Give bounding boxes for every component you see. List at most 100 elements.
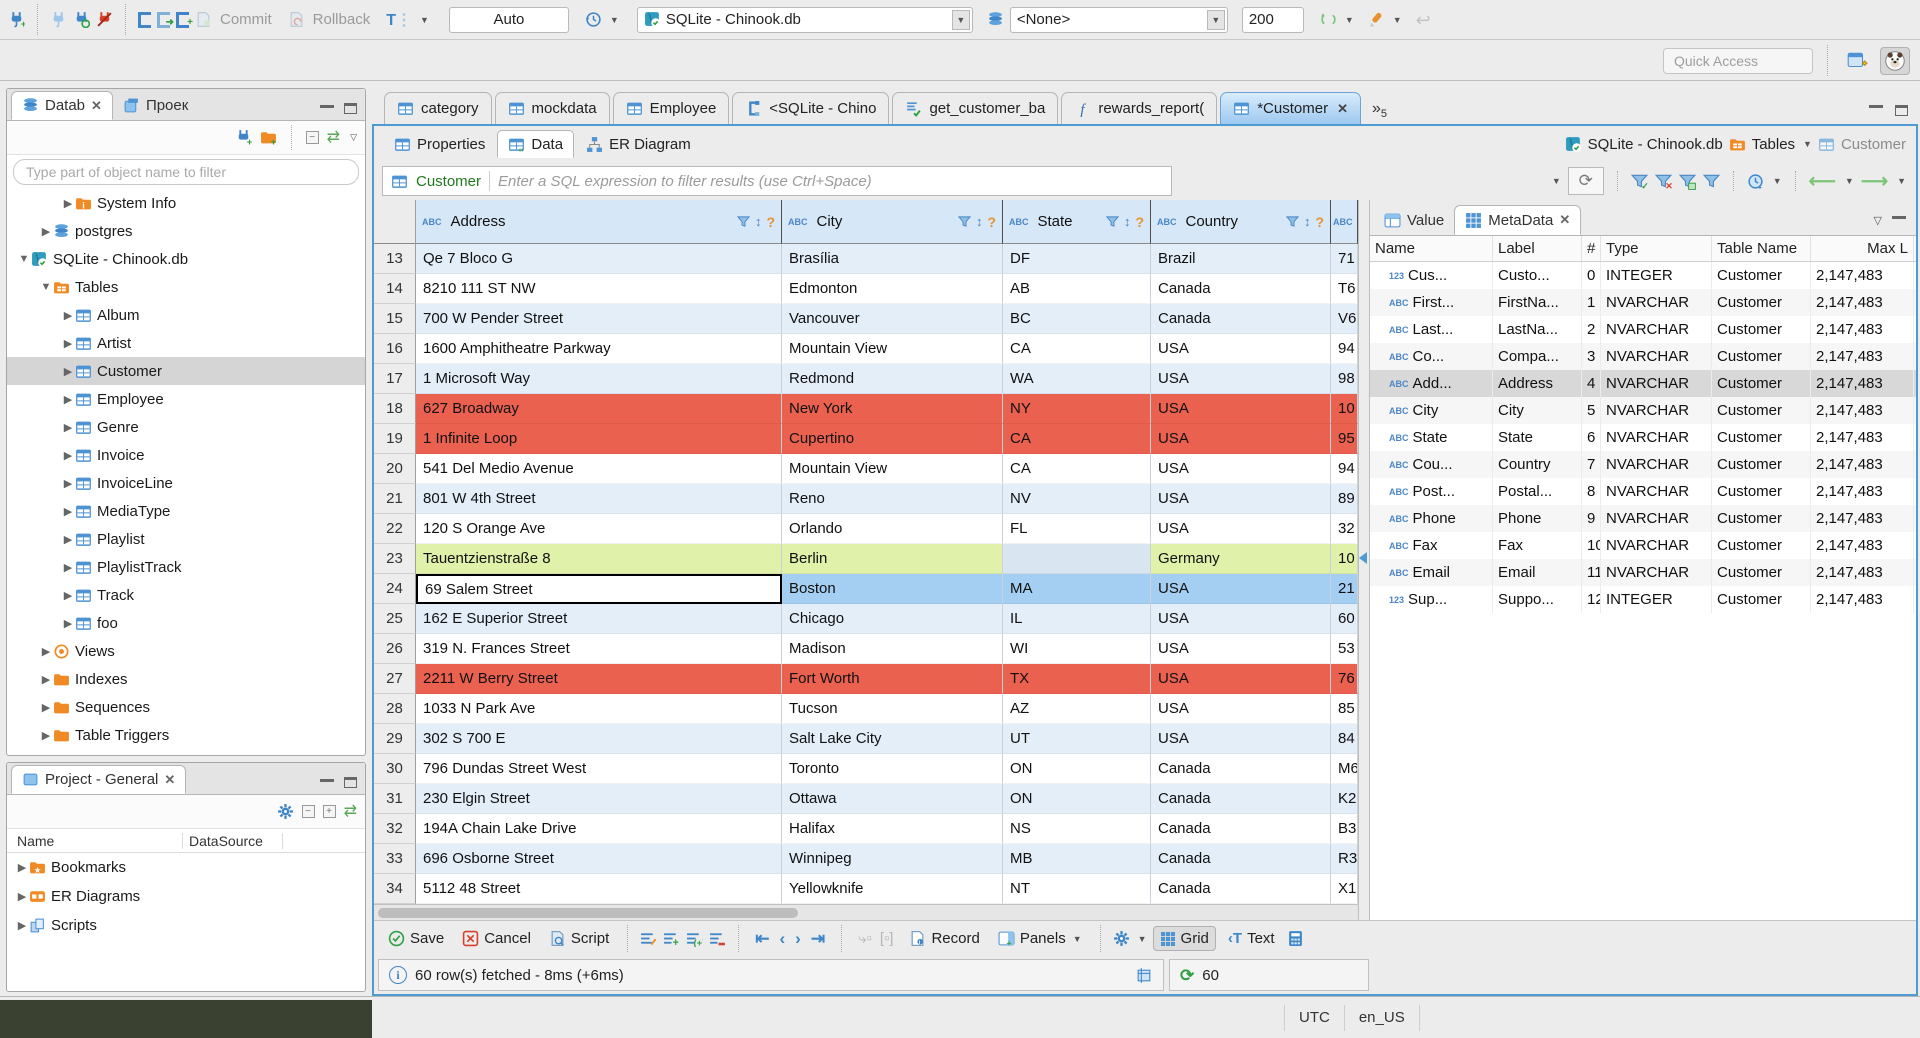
project-item-er-diagrams[interactable]: ▶ ER Diagrams <box>7 882 365 911</box>
cell-city[interactable]: Berlin <box>782 544 1003 574</box>
table-row[interactable]: 28 1033 N Park Ave Tucson AZ USA 85 <box>374 694 1358 724</box>
expand-arrow-icon[interactable]: ▶ <box>39 225 53 238</box>
metadata-row[interactable]: 123 Cus... Custo... 0 INTEGER Customer 2,147,4… <box>1370 262 1916 289</box>
cell-city[interactable]: Chicago <box>782 604 1003 634</box>
cell-city[interactable]: Fort Worth <box>782 664 1003 694</box>
metadata-row[interactable]: ABC Co... Compa... 3 NVARCHAR Customer 2,147,4… <box>1370 343 1916 370</box>
link-with-editor-icon[interactable]: ⇄ <box>344 803 357 820</box>
metadata-row[interactable]: ABCFaxFax10NVARCHARCustomer2,147,483 <box>1370 532 1916 559</box>
reconnect-icon[interactable] <box>73 11 90 28</box>
table-row[interactable]: 26 319 N. Frances Street Madison WI USA 53 <box>374 634 1358 664</box>
duplicate-row-icon[interactable]: (+) <box>686 930 703 947</box>
maximize-view-icon[interactable] <box>344 103 357 114</box>
cell-state[interactable]: CA <box>1003 454 1151 484</box>
cell-postal[interactable]: 94 <box>1331 454 1358 484</box>
editor-tab-get-customer-ba[interactable]: get_customer_ba <box>892 92 1059 124</box>
cell-country[interactable]: Canada <box>1151 784 1331 814</box>
meta-column-header-#[interactable]: # <box>1582 236 1601 261</box>
tree-item-customer[interactable]: ▶ Customer <box>7 357 365 385</box>
column-header-state[interactable]: ABC State ↕? <box>1003 200 1151 244</box>
expand-arrow-icon[interactable]: ▶ <box>61 393 75 406</box>
cell-state[interactable]: CA <box>1003 334 1151 364</box>
meta-column-header-max-l[interactable]: Max L <box>1811 236 1914 261</box>
cell-address[interactable]: 194A Chain Lake Drive <box>416 814 782 844</box>
connection-combo[interactable]: SQLite - Chinook.db ▼ <box>636 6 973 33</box>
cell-state[interactable]: NS <box>1003 814 1151 844</box>
object-filter-input[interactable]: Type part of object name to filter <box>13 159 359 185</box>
metadata-row[interactable]: ABC Last... LastNa... 2 NVARCHAR Customer 2,14… <box>1370 316 1916 343</box>
cell-address[interactable]: 1 Microsoft Way <box>416 364 782 394</box>
expand-arrow-icon[interactable]: ▶ <box>15 890 29 903</box>
refresh-connection-icon[interactable] <box>1320 11 1337 28</box>
tree-item-table-triggers[interactable]: ▶ Table Triggers <box>7 721 365 749</box>
cell-postal[interactable]: B3 <box>1331 814 1358 844</box>
new-connection-icon[interactable]: + <box>235 129 252 146</box>
tree-item-views[interactable]: ▶ Views <box>7 637 365 665</box>
grid-view-button[interactable]: Grid <box>1152 926 1216 951</box>
refresh-results-button[interactable]: ⟳ <box>1567 167 1604 195</box>
sort-icon[interactable]: ↕ <box>976 214 983 229</box>
tab-properties[interactable]: Properties <box>384 130 495 158</box>
cell-state[interactable]: BC <box>1003 304 1151 334</box>
cell-state[interactable]: WA <box>1003 364 1151 394</box>
cell-state[interactable]: IL <box>1003 604 1151 634</box>
panels-dropdown[interactable]: ▼ <box>1073 934 1082 944</box>
cell-postal[interactable]: 32 <box>1331 514 1358 544</box>
cell-address[interactable]: 696 Osborne Street <box>416 844 782 874</box>
cell-postal[interactable]: K2 <box>1331 784 1358 814</box>
tree-item-playlist[interactable]: ▶ Playlist <box>7 525 365 553</box>
cell-postal[interactable]: 84 <box>1331 724 1358 754</box>
table-row[interactable]: 27 2211 W Berry Street Fort Worth TX USA 76 <box>374 664 1358 694</box>
cell-country[interactable]: USA <box>1151 514 1331 544</box>
save-button[interactable]: Save <box>382 927 450 950</box>
metadata-row[interactable]: ABC First... FirstNa... 1 NVARCHAR Customer 2,… <box>1370 289 1916 316</box>
metadata-row[interactable]: ABC Add... Address 4 NVARCHAR Customer 2,147,4… <box>1370 370 1916 397</box>
cell-state[interactable]: TX <box>1003 664 1151 694</box>
tab-value[interactable]: Value <box>1374 205 1454 235</box>
cell-city[interactable]: Mountain View <box>782 454 1003 484</box>
tree-item-album[interactable]: ▶ Album <box>7 301 365 329</box>
panel-menu-icon[interactable]: ▽ <box>1874 214 1882 227</box>
cell-state[interactable]: NY <box>1003 394 1151 424</box>
cell-state[interactable] <box>1003 544 1151 574</box>
expand-arrow-icon[interactable]: ▶ <box>61 533 75 546</box>
expand-arrow-icon[interactable]: ▶ <box>61 421 75 434</box>
tab-er-diagram[interactable]: ER Diagram <box>576 130 701 158</box>
cell-address[interactable]: 230 Elgin Street <box>416 784 782 814</box>
metadata-row[interactable]: 123Sup...Suppo...12INTEGERCustomer2,147,… <box>1370 586 1916 613</box>
cell-country[interactable]: USA <box>1151 394 1331 424</box>
cell-city[interactable]: Boston <box>782 574 1003 604</box>
table-row[interactable]: 33 696 Osborne Street Winnipeg MB Canada R3 <box>374 844 1358 874</box>
tree-item-employee[interactable]: ▶ Employee <box>7 385 365 413</box>
table-row[interactable]: 14 8210 111 ST NW Edmonton AB Canada T6 <box>374 274 1358 304</box>
close-icon[interactable]: ✕ <box>1337 101 1348 117</box>
tree-item-invoice[interactable]: ▶ Invoice <box>7 441 365 469</box>
cell-country[interactable]: USA <box>1151 424 1331 454</box>
cell-country[interactable]: Canada <box>1151 814 1331 844</box>
meta-column-header-table-name[interactable]: Table Name <box>1712 236 1811 261</box>
cell-postal[interactable]: X1 <box>1331 874 1358 904</box>
filter-funnel-icon[interactable] <box>1105 215 1119 228</box>
metadata-row[interactable]: ABC City City 5 NVARCHAR Customer 2,147,483 <box>1370 397 1916 424</box>
gear-icon[interactable] <box>277 803 294 820</box>
tree-item-track[interactable]: ▶ Track <box>7 581 365 609</box>
cell-country[interactable]: Brazil <box>1151 244 1331 274</box>
txn-mode-combo[interactable]: Auto <box>448 6 569 33</box>
cell-country[interactable]: USA <box>1151 694 1331 724</box>
sql-filter-input[interactable]: Customer Enter a SQL expression to filte… <box>382 166 1172 196</box>
history-icon[interactable] <box>585 11 602 28</box>
add-row-icon[interactable]: + <box>663 930 680 947</box>
connection-dropdown[interactable]: ▼ <box>951 9 970 30</box>
gear-dropdown[interactable]: ▼ <box>1138 934 1147 944</box>
refresh-count-icon[interactable]: ⟳ <box>1180 967 1194 984</box>
cell-city[interactable]: Halifax <box>782 814 1003 844</box>
cell-address[interactable]: 1 Infinite Loop <box>416 424 782 454</box>
filter-history-dropdown[interactable]: ▼ <box>1552 176 1561 186</box>
cell-country[interactable]: Canada <box>1151 844 1331 874</box>
save-filter-icon[interactable] <box>1678 173 1696 190</box>
disconnect-icon[interactable] <box>96 11 113 28</box>
cell-address[interactable]: 801 W 4th Street <box>416 484 782 514</box>
cell-postal[interactable]: 10 <box>1331 544 1358 574</box>
expand-arrow-icon[interactable]: ▶ <box>61 197 75 210</box>
order-hint-icon[interactable]: ? <box>1315 214 1324 230</box>
